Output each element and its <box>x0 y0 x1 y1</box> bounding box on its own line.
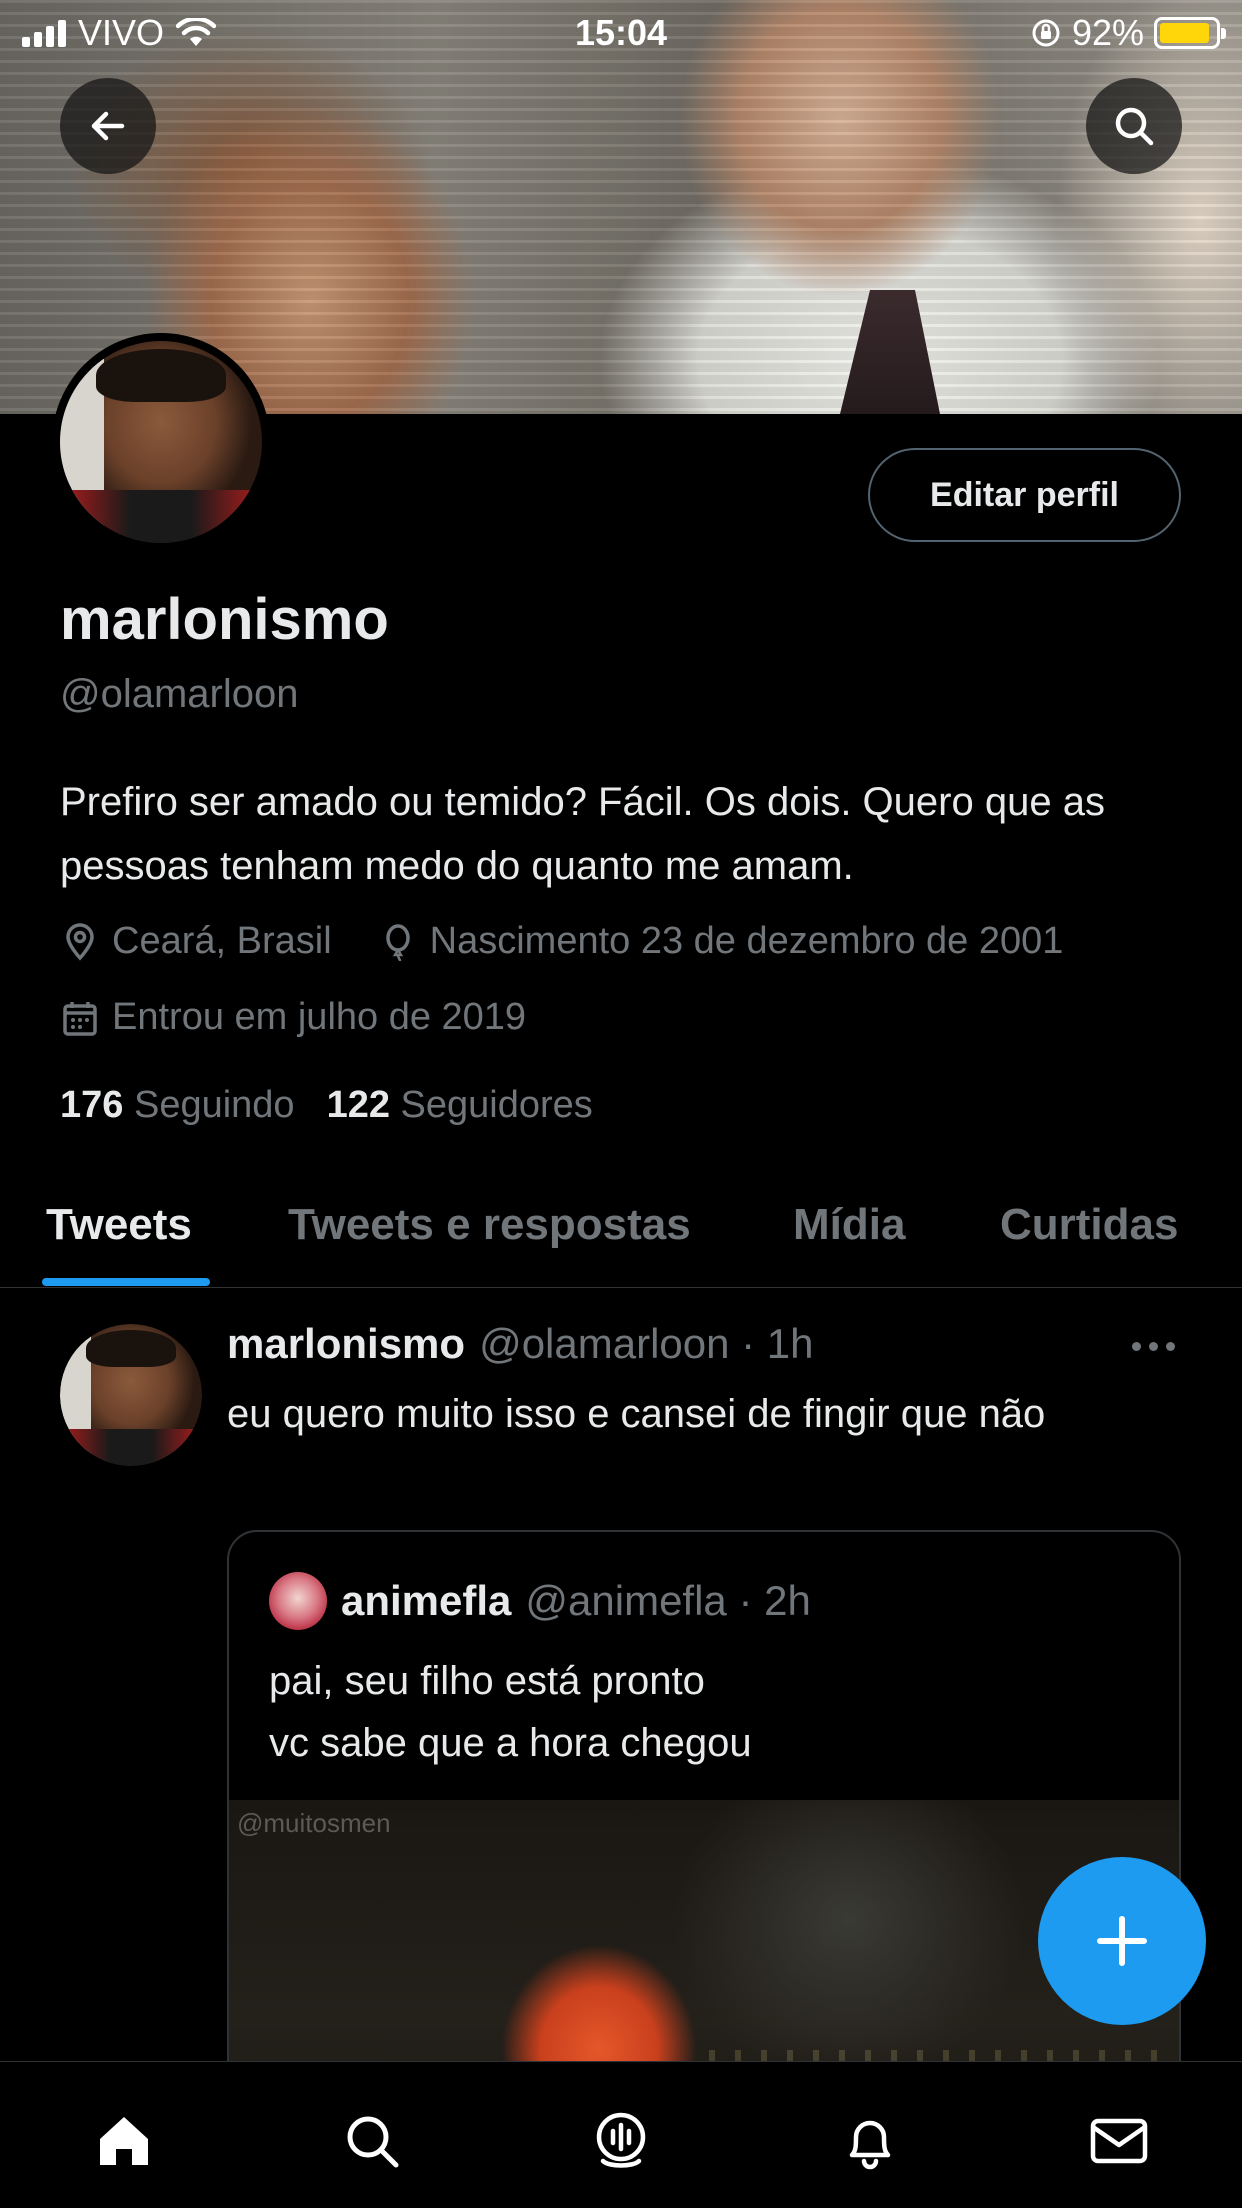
follow-stats: 176 Seguindo 122 Seguidores <box>60 1084 593 1127</box>
profile-avatar[interactable] <box>52 333 270 551</box>
active-tab-indicator <box>42 1278 210 1286</box>
nav-home[interactable] <box>91 2108 157 2174</box>
quote-author-meta: @animefla · 2h <box>525 1577 811 1624</box>
quote-author-name: animefla <box>341 1577 512 1624</box>
balloon-icon <box>385 923 410 961</box>
quote-line-1: pai, seu filho está pronto <box>269 1659 705 1703</box>
nav-notifications[interactable] <box>837 2108 903 2174</box>
profile-tabs: Tweets Tweets e respostas Mídia Curtidas <box>0 1180 1242 1288</box>
location-label: Ceará, Brasil <box>112 920 332 962</box>
tab-tweets-replies[interactable]: Tweets e respostas <box>288 1200 691 1250</box>
profile-meta-row: Ceará, Brasil Nascimento 23 de dezembro … <box>60 920 1109 963</box>
joined-item: Entrou em julho de 2019 <box>60 996 526 1039</box>
tab-tweets[interactable]: Tweets <box>46 1200 192 1250</box>
status-right: 92% <box>1030 12 1226 54</box>
search-icon <box>1115 107 1154 146</box>
home-icon <box>100 2117 148 2165</box>
avatar-image <box>60 341 262 543</box>
tweet-avatar-image <box>60 1324 202 1466</box>
tab-media[interactable]: Mídia <box>793 1200 905 1250</box>
battery-percent: 92% <box>1071 12 1144 53</box>
joined-label: Entrou em julho de 2019 <box>112 996 527 1038</box>
back-button[interactable] <box>60 78 156 174</box>
quote-line-2: vc sabe que a hora chegou <box>269 1721 752 1765</box>
nav-messages[interactable] <box>1086 2108 1152 2174</box>
quote-avatar <box>269 1572 327 1630</box>
profile-joined-row: Entrou em julho de 2019 <box>60 996 572 1039</box>
birthday-label: Nascimento 23 de dezembro de 2001 <box>429 920 1064 962</box>
following-link[interactable]: 176 Seguindo <box>60 1084 295 1127</box>
messages-icon <box>1090 2118 1148 2164</box>
calendar-icon <box>63 1001 97 1036</box>
tweet-avatar[interactable] <box>60 1324 202 1466</box>
notifications-icon <box>849 2120 891 2170</box>
tweet-header: marlonismo @olamarloon · 1h <box>227 1320 814 1368</box>
tweet-author-meta: @olamarloon · 1h <box>479 1320 814 1367</box>
bottom-navigation <box>0 2061 1242 2208</box>
profile-name: marlonismo <box>60 587 389 652</box>
compose-tweet-button[interactable] <box>1038 1857 1206 2025</box>
plus-icon <box>1097 1916 1147 1966</box>
status-bar: VIVO 15:04 92% <box>0 0 1242 62</box>
arrow-left-icon <box>91 111 125 141</box>
edit-profile-button[interactable]: Editar perfil <box>868 448 1181 542</box>
tweet-text: eu quero muito isso e cansei de fingir q… <box>227 1392 1046 1436</box>
search-icon <box>347 2116 399 2168</box>
location-pin-icon <box>66 922 94 961</box>
followers-link[interactable]: 122 Seguidores <box>327 1084 593 1127</box>
rotation-lock-icon <box>1032 19 1060 47</box>
tab-likes[interactable]: Curtidas <box>1000 1200 1178 1250</box>
birthday-item: Nascimento 23 de dezembro de 2001 <box>378 920 1064 963</box>
nav-spaces[interactable] <box>588 2108 654 2174</box>
media-watermark: @muitosmen <box>237 1808 391 1838</box>
spaces-icon <box>596 2112 646 2168</box>
profile-bio: Prefiro ser amado ou temido? Fácil. Os d… <box>60 780 1105 888</box>
followers-label: Seguidores <box>400 1084 593 1126</box>
followers-count: 122 <box>326 1084 390 1126</box>
quote-header: animefla @animefla · 2h <box>269 1572 811 1630</box>
profile-handle: @olamarloon <box>60 672 299 716</box>
more-options-icon[interactable] <box>1132 1342 1175 1351</box>
following-count: 176 <box>60 1084 124 1126</box>
location-item: Ceará, Brasil <box>60 920 332 963</box>
following-label: Seguindo <box>133 1084 295 1126</box>
quote-text: pai, seu filho está pronto vc sabe que a… <box>269 1650 752 1774</box>
nav-search[interactable] <box>339 2108 405 2174</box>
tweet-author-name[interactable]: marlonismo <box>227 1320 465 1368</box>
search-button[interactable] <box>1086 78 1182 174</box>
battery-icon <box>1154 17 1226 49</box>
